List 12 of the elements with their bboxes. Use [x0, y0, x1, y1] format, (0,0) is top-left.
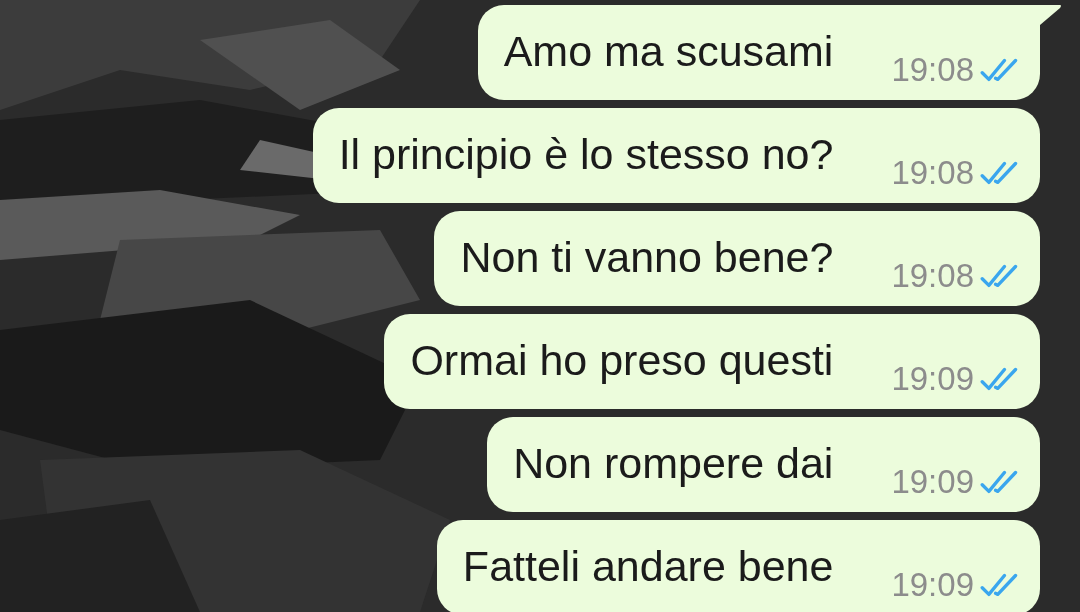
- message-time: 19:09: [891, 463, 974, 501]
- message-time: 19:08: [891, 154, 974, 192]
- message-time: 19:09: [891, 360, 974, 398]
- message-text: Amo ma scusami: [503, 26, 834, 77]
- message-text: Non rompere dai: [513, 438, 834, 489]
- message-time: 19:08: [891, 51, 974, 89]
- message-text: Il principio è lo stesso no?: [338, 129, 834, 180]
- message-time: 19:08: [891, 257, 974, 295]
- message-text: Ormai ho preso questi: [410, 335, 834, 386]
- message-time: 19:09: [891, 566, 974, 604]
- message-text: Non ti vanno bene?: [460, 232, 834, 283]
- message-text: Fatteli andare bene: [462, 541, 834, 592]
